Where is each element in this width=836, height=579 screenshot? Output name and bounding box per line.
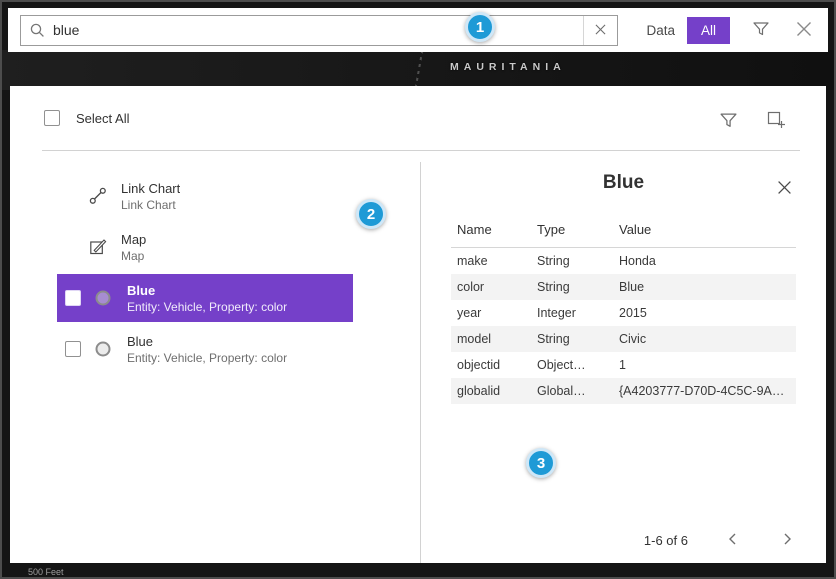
map-scale-label: 500 Feet bbox=[28, 567, 64, 577]
select-all-label: Select All bbox=[76, 111, 129, 126]
add-to-link-chart-button[interactable] bbox=[764, 108, 788, 135]
panel-filter-button[interactable] bbox=[717, 108, 740, 135]
entity-icon bbox=[94, 289, 114, 307]
prev-icon bbox=[726, 532, 740, 549]
pagination: 1-6 of 6 bbox=[644, 530, 796, 551]
page-prev-button[interactable] bbox=[724, 530, 742, 551]
close-icon bbox=[794, 19, 814, 42]
annotation-step-3-badge: 3 bbox=[526, 448, 556, 478]
results-panel: Select All Link Chart bbox=[10, 86, 826, 563]
cell-type: String bbox=[531, 326, 613, 352]
scope-toggle: Data All bbox=[634, 17, 730, 44]
close-icon bbox=[777, 180, 792, 198]
panel-tools bbox=[717, 108, 788, 135]
map-icon bbox=[88, 237, 108, 257]
cell-type: String bbox=[531, 248, 613, 275]
table-row: model String Civic bbox=[451, 326, 796, 352]
result-title: Blue bbox=[127, 334, 287, 349]
result-item-blue-selected[interactable]: Blue Entity: Vehicle, Property: color bbox=[57, 274, 353, 322]
pagination-label: 1-6 of 6 bbox=[644, 533, 688, 548]
annotation-step-1-badge: 1 bbox=[465, 12, 495, 42]
search-box bbox=[20, 15, 618, 46]
entity-icon bbox=[94, 340, 114, 358]
result-title: Link Chart bbox=[121, 181, 180, 196]
table-row: globalid Global… {A4203777-D70D-4C5C-9A6… bbox=[451, 378, 796, 404]
clear-search-button[interactable] bbox=[583, 16, 617, 45]
header-divider bbox=[42, 150, 800, 151]
result-item-map[interactable]: Map Map bbox=[57, 223, 353, 271]
app-window: MAURITANIA 500 Feet Data All bbox=[0, 0, 836, 579]
column-header-type: Type bbox=[531, 216, 613, 248]
cell-type: Integer bbox=[531, 300, 613, 326]
cell-value: 2015 bbox=[613, 300, 796, 326]
table-row: color String Blue bbox=[451, 274, 796, 300]
result-subtitle: Map bbox=[121, 249, 146, 263]
result-checkbox[interactable] bbox=[65, 341, 81, 357]
table-row: year Integer 2015 bbox=[451, 300, 796, 326]
filter-icon bbox=[719, 111, 738, 133]
detail-title: Blue bbox=[451, 172, 796, 194]
cell-type: Global… bbox=[531, 378, 613, 404]
properties-table: Name Type Value make String Honda color … bbox=[451, 216, 796, 404]
column-header-name: Name bbox=[451, 216, 531, 248]
table-row: make String Honda bbox=[451, 248, 796, 275]
result-title: Blue bbox=[127, 283, 287, 298]
cell-name: year bbox=[451, 300, 531, 326]
result-subtitle: Entity: Vehicle, Property: color bbox=[127, 300, 287, 314]
detail-panel: Blue Name Type Value make bbox=[420, 162, 826, 563]
result-item-blue[interactable]: Blue Entity: Vehicle, Property: color bbox=[57, 325, 353, 373]
map-region-label: MAURITANIA bbox=[450, 61, 566, 73]
results-list: Link Chart Link Chart Map Map bbox=[57, 172, 357, 376]
cell-name: color bbox=[451, 274, 531, 300]
search-filter-button[interactable] bbox=[750, 18, 772, 43]
cell-name: model bbox=[451, 326, 531, 352]
clear-icon bbox=[595, 23, 606, 38]
search-input[interactable] bbox=[53, 16, 583, 45]
annotation-step-2-badge: 2 bbox=[356, 199, 386, 229]
search-bar: Data All bbox=[8, 8, 828, 52]
cell-value: Civic bbox=[613, 326, 796, 352]
select-all[interactable]: Select All bbox=[44, 110, 129, 126]
column-header-value: Value bbox=[613, 216, 796, 248]
search-controls: Data All bbox=[634, 17, 816, 44]
search-close-button[interactable] bbox=[792, 17, 816, 44]
result-subtitle: Entity: Vehicle, Property: color bbox=[127, 351, 287, 365]
table-row: objectid Object… 1 bbox=[451, 352, 796, 378]
link-chart-icon bbox=[88, 186, 108, 206]
result-checkbox[interactable] bbox=[65, 290, 81, 306]
cell-value: Blue bbox=[613, 274, 796, 300]
detail-close-button[interactable] bbox=[775, 178, 794, 200]
result-item-link-chart[interactable]: Link Chart Link Chart bbox=[57, 172, 353, 220]
add-icon bbox=[766, 110, 786, 133]
cell-type: String bbox=[531, 274, 613, 300]
filter-icon bbox=[752, 20, 770, 41]
cell-name: objectid bbox=[451, 352, 531, 378]
select-all-checkbox[interactable] bbox=[44, 110, 60, 126]
cell-name: globalid bbox=[451, 378, 531, 404]
cell-name: make bbox=[451, 248, 531, 275]
next-icon bbox=[780, 532, 794, 549]
cell-value: {A4203777-D70D-4C5C-9A65-C… bbox=[613, 378, 796, 404]
cell-type: Object… bbox=[531, 352, 613, 378]
cell-value: 1 bbox=[613, 352, 796, 378]
result-title: Map bbox=[121, 232, 146, 247]
cell-value: Honda bbox=[613, 248, 796, 275]
page-next-button[interactable] bbox=[778, 530, 796, 551]
scope-option-all[interactable]: All bbox=[687, 17, 730, 44]
result-subtitle: Link Chart bbox=[121, 198, 180, 212]
search-icon bbox=[21, 16, 53, 45]
scope-option-data[interactable]: Data bbox=[634, 17, 687, 44]
